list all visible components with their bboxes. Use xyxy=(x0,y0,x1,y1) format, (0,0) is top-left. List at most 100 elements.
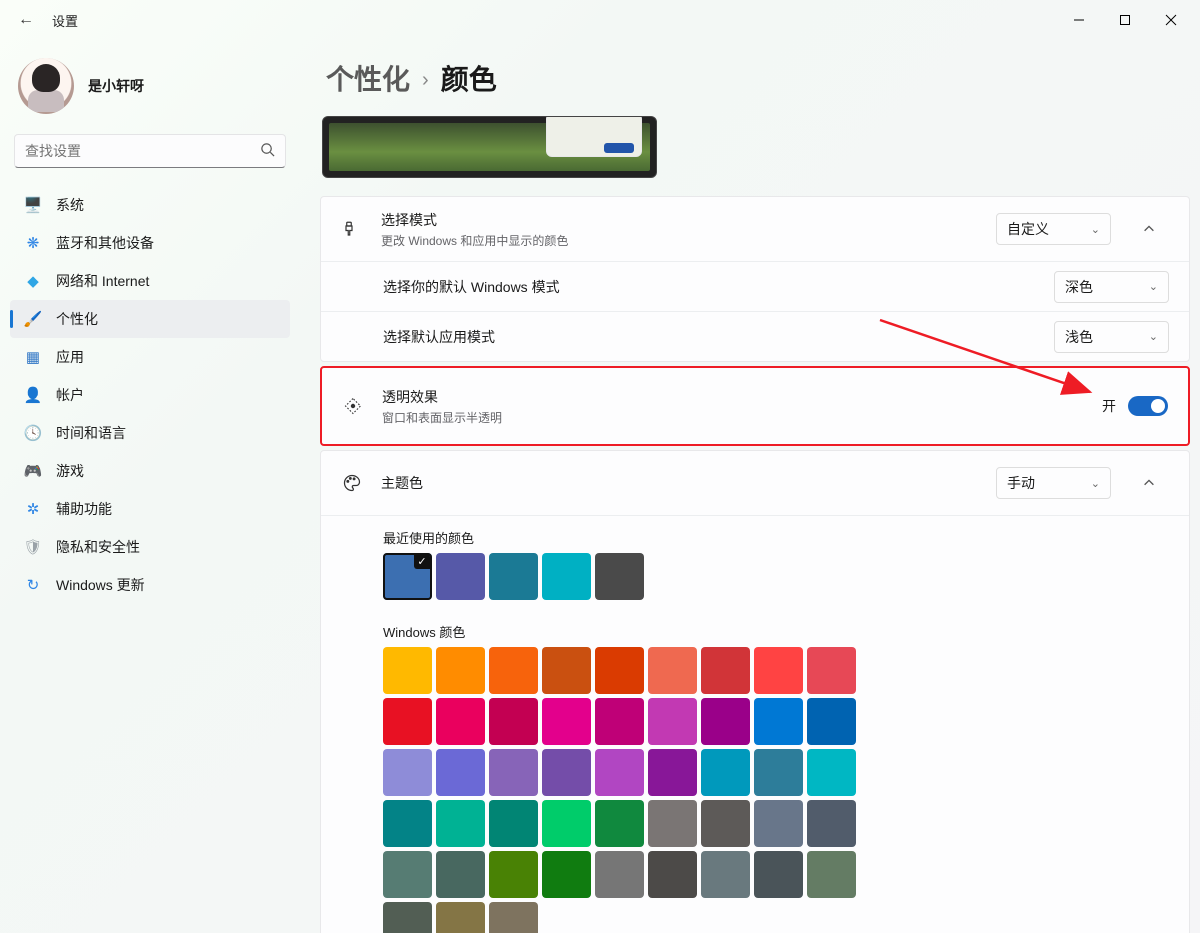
color-swatch[interactable] xyxy=(436,749,485,796)
color-swatch[interactable] xyxy=(701,698,750,745)
nav-icon: 🎮 xyxy=(24,462,42,480)
color-swatch[interactable] xyxy=(595,851,644,898)
search-icon xyxy=(260,142,275,160)
color-swatch[interactable] xyxy=(436,902,485,933)
recent-swatch[interactable] xyxy=(436,553,485,600)
color-swatch[interactable] xyxy=(383,902,432,933)
recent-colors xyxy=(321,553,921,600)
recent-swatch[interactable] xyxy=(542,553,591,600)
nav-label: 网络和 Internet xyxy=(56,271,149,291)
color-swatch[interactable] xyxy=(595,800,644,847)
sidebar-item-7[interactable]: 🎮 游戏 xyxy=(10,452,290,490)
sidebar-item-9[interactable]: 🛡隐私和安全性 xyxy=(10,528,290,566)
color-swatch[interactable] xyxy=(542,800,591,847)
color-swatch[interactable] xyxy=(489,647,538,694)
sidebar-item-2[interactable]: ◆ 网络和 Internet xyxy=(10,262,290,300)
nav-label: 游戏 xyxy=(56,461,84,481)
sidebar-nav: 🖥️ 系统 ❋蓝牙和其他设备 ◆ 网络和 Internet 🖌️个性化 ▦ 应用 👤帐户🕓时间和… xyxy=(10,186,290,604)
accent-dropdown[interactable]: 手动⌄ xyxy=(996,467,1111,499)
sidebar-item-6[interactable]: 🕓时间和语言 xyxy=(10,414,290,452)
nav-icon: ✲ xyxy=(24,500,42,518)
palette-icon xyxy=(341,473,363,493)
color-swatch[interactable] xyxy=(383,749,432,796)
windows-colors-label: Windows 颜色 xyxy=(321,618,1189,647)
color-swatch[interactable] xyxy=(489,902,538,933)
color-swatch[interactable] xyxy=(701,749,750,796)
color-swatch[interactable] xyxy=(807,698,856,745)
collapse-button[interactable] xyxy=(1129,209,1169,249)
color-swatch[interactable] xyxy=(701,851,750,898)
color-swatch[interactable] xyxy=(542,749,591,796)
sidebar-item-5[interactable]: 👤帐户 xyxy=(10,376,290,414)
sidebar-item-0[interactable]: 🖥️ 系统 xyxy=(10,186,290,224)
color-swatch[interactable] xyxy=(807,800,856,847)
color-swatch[interactable] xyxy=(595,749,644,796)
user-profile[interactable]: 是小轩呀 xyxy=(10,48,290,134)
breadcrumb-parent[interactable]: 个性化 xyxy=(326,58,410,98)
nav-icon: ◆ xyxy=(24,272,42,290)
color-swatch[interactable] xyxy=(436,800,485,847)
color-swatch[interactable] xyxy=(489,800,538,847)
color-swatch[interactable] xyxy=(701,800,750,847)
accent-title: 主题色 xyxy=(381,473,978,493)
color-swatch[interactable] xyxy=(754,647,803,694)
sidebar-item-8[interactable]: ✲辅助功能 xyxy=(10,490,290,528)
color-swatch[interactable] xyxy=(542,647,591,694)
color-swatch[interactable] xyxy=(489,698,538,745)
nav-label: 个性化 xyxy=(56,309,98,329)
nav-icon: 🖥️ xyxy=(24,196,42,214)
color-swatch[interactable] xyxy=(807,749,856,796)
color-swatch[interactable] xyxy=(383,851,432,898)
color-swatch[interactable] xyxy=(595,647,644,694)
color-swatch[interactable] xyxy=(436,851,485,898)
color-swatch[interactable] xyxy=(489,749,538,796)
nav-label: 应用 xyxy=(56,347,84,367)
color-swatch[interactable] xyxy=(648,749,697,796)
color-swatch[interactable] xyxy=(436,647,485,694)
recent-swatch[interactable] xyxy=(383,553,432,600)
search-input[interactable] xyxy=(14,134,286,168)
back-button[interactable]: ← xyxy=(6,11,46,29)
sidebar-item-10[interactable]: ↻Windows 更新 xyxy=(10,566,290,604)
windows-colors xyxy=(321,647,861,933)
windows-mode-dropdown[interactable]: 深色⌄ xyxy=(1054,271,1169,303)
chevron-down-icon: ⌄ xyxy=(1091,223,1100,236)
color-swatch[interactable] xyxy=(754,749,803,796)
color-swatch[interactable] xyxy=(489,851,538,898)
nav-label: 帐户 xyxy=(56,385,84,405)
color-swatch[interactable] xyxy=(542,698,591,745)
nav-icon: ▦ xyxy=(24,348,42,366)
sidebar-item-1[interactable]: ❋蓝牙和其他设备 xyxy=(10,224,290,262)
color-swatch[interactable] xyxy=(648,647,697,694)
search-field[interactable] xyxy=(25,143,260,159)
color-swatch[interactable] xyxy=(807,647,856,694)
accent-row[interactable]: 主题色 手动⌄ xyxy=(321,451,1189,515)
collapse-button[interactable] xyxy=(1129,463,1169,503)
color-swatch[interactable] xyxy=(648,698,697,745)
recent-swatch[interactable] xyxy=(489,553,538,600)
color-swatch[interactable] xyxy=(754,698,803,745)
close-button[interactable] xyxy=(1148,4,1194,36)
annotation-arrow xyxy=(320,316,1180,406)
mode-row[interactable]: 选择模式 更改 Windows 和应用中显示的颜色 自定义⌄ xyxy=(321,197,1189,261)
windows-mode-row[interactable]: 选择你的默认 Windows 模式 深色⌄ xyxy=(321,261,1189,311)
color-swatch[interactable] xyxy=(754,851,803,898)
color-swatch[interactable] xyxy=(436,698,485,745)
color-swatch[interactable] xyxy=(754,800,803,847)
color-swatch[interactable] xyxy=(648,800,697,847)
color-swatch[interactable] xyxy=(648,851,697,898)
minimize-button[interactable] xyxy=(1056,4,1102,36)
color-swatch[interactable] xyxy=(542,851,591,898)
sidebar-item-3[interactable]: 🖌️个性化 xyxy=(10,300,290,338)
color-swatch[interactable] xyxy=(807,851,856,898)
color-swatch[interactable] xyxy=(595,698,644,745)
color-swatch[interactable] xyxy=(701,647,750,694)
sidebar-item-4[interactable]: ▦ 应用 xyxy=(10,338,290,376)
nav-label: 系统 xyxy=(56,195,84,215)
color-swatch[interactable] xyxy=(383,698,432,745)
mode-dropdown[interactable]: 自定义⌄ xyxy=(996,213,1111,245)
color-swatch[interactable] xyxy=(383,800,432,847)
maximize-button[interactable] xyxy=(1102,4,1148,36)
color-swatch[interactable] xyxy=(383,647,432,694)
recent-swatch[interactable] xyxy=(595,553,644,600)
